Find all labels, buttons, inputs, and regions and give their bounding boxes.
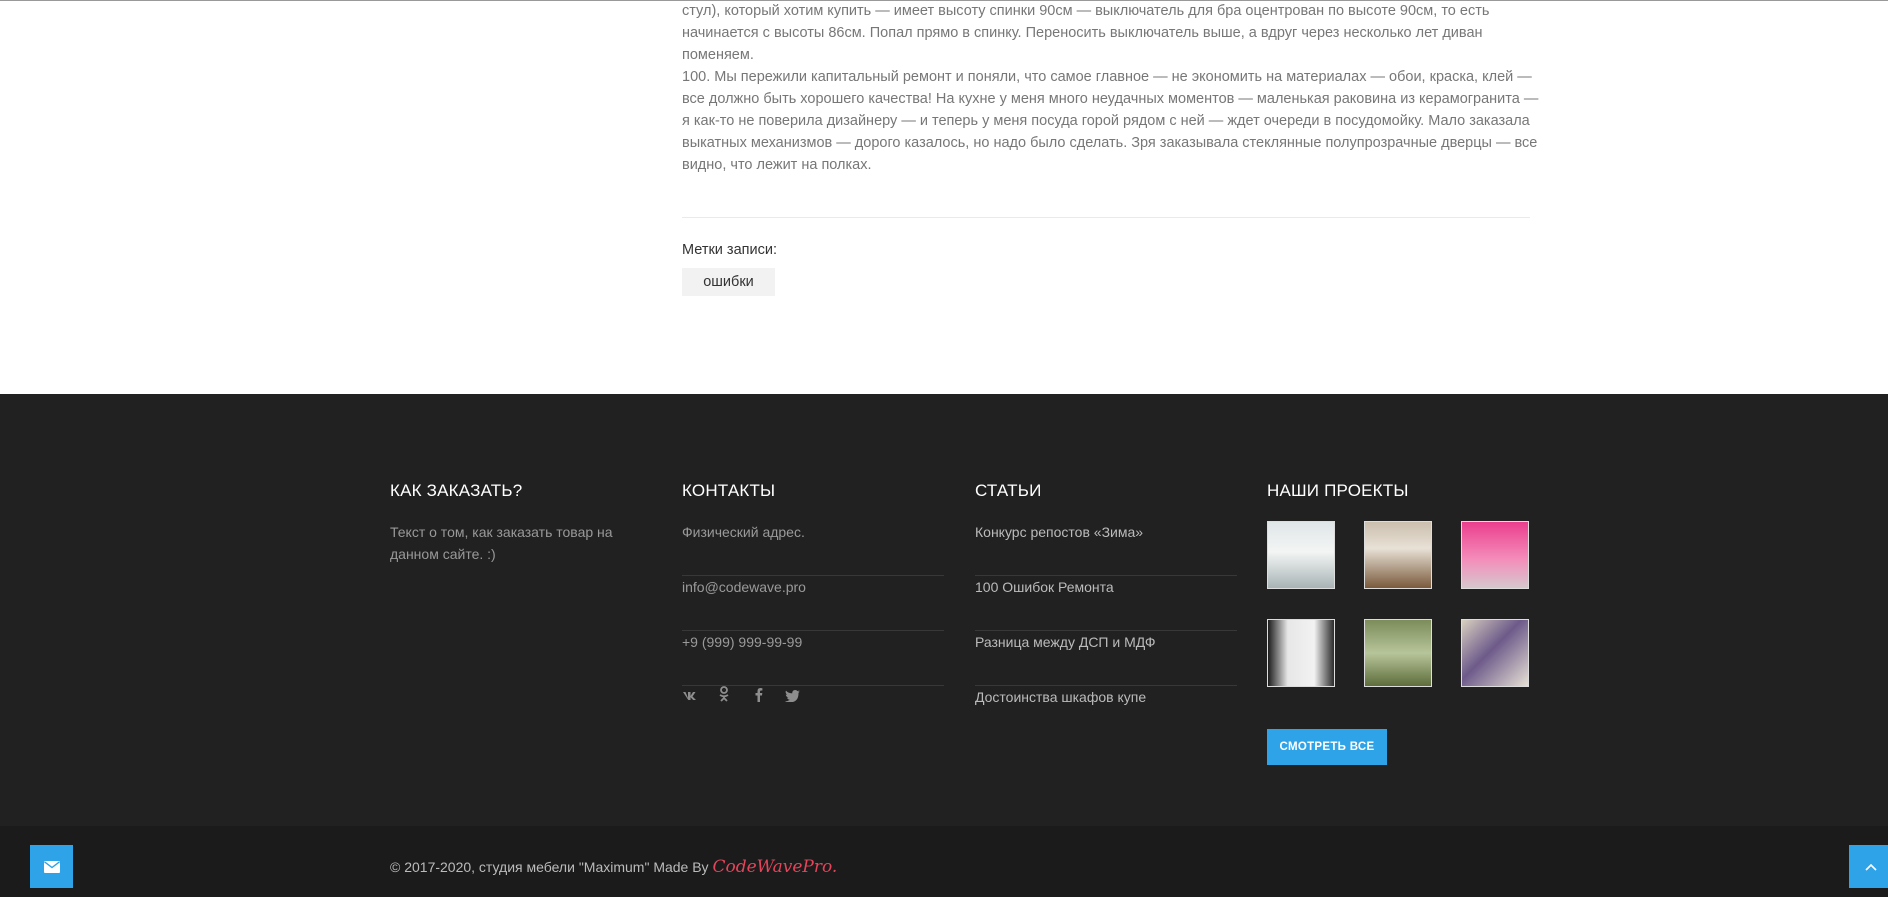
footer-column-projects: НАШИ ПРОЕКТЫ bbox=[1267, 481, 1530, 521]
article-line: все должно быть хорошего качества! На ку… bbox=[682, 91, 1539, 107]
vk-icon[interactable] bbox=[682, 686, 698, 708]
article-line: поменяем. bbox=[682, 47, 754, 63]
copyright: © 2017-2020, студия мебели "Maximum" Mad… bbox=[390, 857, 837, 877]
footer-order-title: КАК ЗАКАЗАТЬ? bbox=[390, 481, 523, 500]
facebook-icon[interactable] bbox=[750, 686, 766, 708]
article-line: видно, что лежит на полках. bbox=[682, 157, 872, 173]
developer-brand-link[interactable]: CodeWavePro. bbox=[712, 857, 837, 877]
project-thumbnail[interactable] bbox=[1461, 619, 1529, 687]
footer-projects-title: НАШИ ПРОЕКТЫ bbox=[1267, 481, 1409, 500]
footer-order-text: Текст о том, как заказать товар на данно… bbox=[390, 524, 613, 562]
article-line: начинается с высоты 86см. Попал прямо в … bbox=[682, 25, 1483, 41]
footer-column-articles: СТАТЬИ Конкурс репостов «Зима» 100 Ошибо… bbox=[975, 481, 1237, 741]
social-links bbox=[682, 686, 944, 741]
contact-mail-button[interactable] bbox=[30, 845, 73, 888]
view-all-projects-button[interactable]: СМОТРЕТЬ ВСЕ bbox=[1267, 729, 1387, 765]
article-link[interactable]: 100 Ошибок Ремонта bbox=[975, 576, 1237, 631]
copyright-text: © 2017-2020, студия мебели "Maximum" Mad… bbox=[390, 859, 713, 875]
footer-bottom-bar bbox=[0, 826, 1888, 897]
article-line: я как-то не поверила дизайнеру — и тепер… bbox=[682, 113, 1530, 129]
project-thumbnail[interactable] bbox=[1267, 619, 1335, 687]
scroll-to-top-button[interactable] bbox=[1849, 845, 1888, 888]
contact-address: Физический адрес. bbox=[682, 521, 944, 576]
footer-contacts-title: КОНТАКТЫ bbox=[682, 481, 776, 500]
article-link[interactable]: Достоинства шкафов купе bbox=[975, 686, 1237, 741]
project-thumbnail[interactable] bbox=[1364, 619, 1432, 687]
footer bbox=[0, 394, 1888, 826]
project-thumbnail[interactable] bbox=[1267, 521, 1335, 589]
article-line: стул), который хотим купить — имеет высо… bbox=[682, 3, 1490, 19]
contact-email[interactable]: info@codewave.pro bbox=[682, 576, 944, 631]
article-link[interactable]: Конкурс репостов «Зима» bbox=[975, 521, 1237, 576]
contact-phone[interactable]: +9 (999) 999-99-99 bbox=[682, 631, 944, 686]
chevron-up-icon bbox=[1864, 863, 1877, 871]
article-line: выкатных механизмов — дорого казалось, н… bbox=[682, 135, 1538, 151]
odnoklassniki-icon[interactable] bbox=[716, 686, 732, 708]
tags-title: Метки записи: bbox=[682, 242, 777, 258]
footer-column-order: КАК ЗАКАЗАТЬ? Текст о том, как заказать … bbox=[390, 481, 630, 565]
article-line: 100. Мы пережили капитальный ремонт и по… bbox=[682, 69, 1532, 85]
envelope-icon bbox=[43, 860, 60, 873]
project-thumbnail[interactable] bbox=[1364, 521, 1432, 589]
twitter-icon[interactable] bbox=[784, 686, 800, 708]
project-thumbnail[interactable] bbox=[1461, 521, 1529, 589]
article-divider bbox=[682, 217, 1530, 218]
footer-column-contacts: КОНТАКТЫ Физический адрес. info@codewave… bbox=[682, 481, 944, 741]
footer-articles-title: СТАТЬИ bbox=[975, 481, 1042, 500]
article-link[interactable]: Разница между ДСП и МДФ bbox=[975, 631, 1237, 686]
tag-chip[interactable]: ошибки bbox=[682, 268, 775, 296]
article-body: стул), который хотим купить — имеет высо… bbox=[682, 0, 1539, 176]
